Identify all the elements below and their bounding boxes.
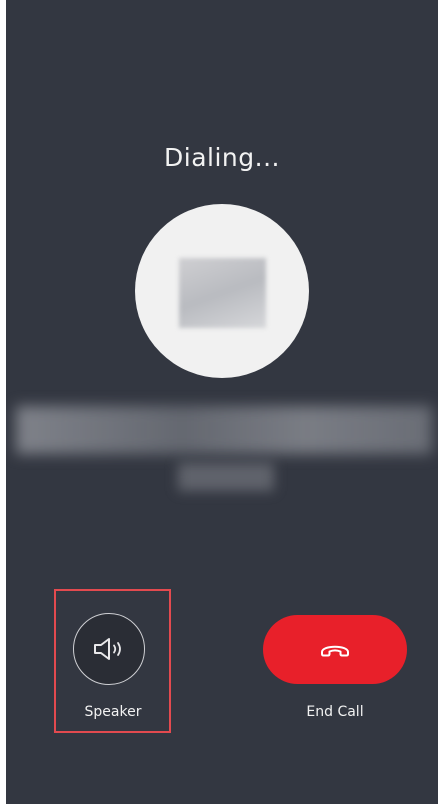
contact-name-redacted: [16, 406, 432, 454]
phone-hangup-icon: [321, 645, 349, 656]
contact-avatar: [135, 204, 309, 378]
end-call-button[interactable]: [263, 615, 407, 684]
speaker-volume-icon: [94, 638, 121, 660]
contact-detail-redacted: [178, 463, 274, 491]
call-status: Dialing...: [164, 143, 280, 172]
call-screen: Dialing... Speaker End Call: [6, 0, 438, 804]
speaker-button[interactable]: [73, 613, 145, 685]
end-call-label: End Call: [306, 704, 364, 720]
speaker-label: Speaker: [84, 704, 142, 720]
contact-photo: [179, 258, 266, 328]
